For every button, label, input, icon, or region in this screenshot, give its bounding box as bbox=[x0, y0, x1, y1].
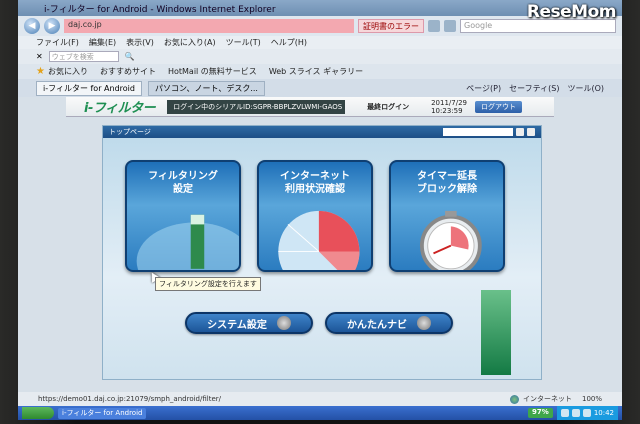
panel-search-icon[interactable] bbox=[516, 128, 524, 136]
panel-search-input[interactable] bbox=[443, 128, 513, 136]
command-bar: ページ(P) セーフティ(S) ツール(O) bbox=[466, 83, 604, 94]
close-icon[interactable]: ✕ bbox=[36, 52, 43, 61]
tools-menu[interactable]: ツール(O) bbox=[567, 83, 604, 94]
system-tray: 10:42 bbox=[556, 406, 618, 420]
zoom-level[interactable]: 100% bbox=[582, 395, 602, 403]
menu-edit[interactable]: 編集(E) bbox=[89, 37, 116, 48]
filtering-settings-tile[interactable]: フィルタリング 設定 bbox=[125, 160, 241, 272]
brand-logo: i-フィルター bbox=[84, 101, 156, 116]
fav-link-hotmail[interactable]: HotMail の無料サービス bbox=[168, 66, 257, 77]
fav-link-recommended[interactable]: おすすめサイト bbox=[100, 66, 156, 77]
tab-pc[interactable]: パソコン、ノート、デスク... bbox=[147, 80, 265, 96]
start-button[interactable] bbox=[22, 407, 54, 419]
monitor-bezel: i-フィルター for Android - Windows Internet E… bbox=[0, 0, 640, 424]
clock: 10:42 bbox=[593, 409, 614, 417]
refresh-icon[interactable] bbox=[428, 20, 440, 32]
favorites-button[interactable]: ★ お気に入り bbox=[36, 66, 88, 77]
gear-icon bbox=[276, 316, 291, 330]
menu-bar: ファイル(F) 編集(E) 表示(V) お気に入り(A) ツール(T) ヘルプ(… bbox=[18, 36, 622, 49]
app-header: i-フィルター ログイン中のシリアルID:SGPR-BBPLZVLWMI-GAO… bbox=[66, 97, 554, 117]
screen: i-フィルター for Android - Windows Internet E… bbox=[18, 0, 622, 420]
page-content: i-フィルター ログイン中のシリアルID:SGPR-BBPLZVLWMI-GAO… bbox=[18, 97, 622, 400]
page-menu[interactable]: ページ(P) bbox=[466, 83, 501, 94]
tab-ifilter[interactable]: i-フィルター for Android bbox=[36, 80, 142, 96]
battery-indicator: 97% bbox=[528, 408, 553, 418]
menu-file[interactable]: ファイル(F) bbox=[36, 37, 79, 48]
main-panel: トップページ フィルタリング 設定 インターネット 利用状況確認 タイマー延長 … bbox=[102, 125, 542, 380]
menu-view[interactable]: 表示(V) bbox=[126, 37, 154, 48]
taskbar: i-フィルター for Android 97% 10:42 bbox=[18, 406, 622, 420]
security-icon[interactable] bbox=[582, 409, 591, 417]
navi-icon bbox=[417, 316, 431, 330]
stop-icon[interactable] bbox=[444, 20, 456, 32]
timer-unblock-tile[interactable]: タイマー延長 ブロック解除 bbox=[389, 160, 505, 272]
status-bar: https://demo01.daj.co.jp:21079/smph_andr… bbox=[18, 392, 622, 406]
search-icon[interactable]: 🔍 bbox=[125, 52, 135, 61]
star-icon: ★ bbox=[36, 66, 45, 77]
menu-tools[interactable]: ツール(T) bbox=[226, 37, 261, 48]
stopwatch-icon bbox=[419, 210, 482, 270]
logout-button[interactable]: ログアウト bbox=[475, 100, 522, 113]
globe-icon bbox=[509, 394, 519, 404]
filtering-tooltip: フィルタリング設定を行えます bbox=[155, 277, 261, 291]
network-icon[interactable] bbox=[560, 409, 569, 417]
favorites-bar: ★ お気に入り おすすめサイト HotMail の無料サービス Web スライス … bbox=[18, 64, 622, 79]
tab-row: i-フィルター for Android パソコン、ノート、デスク... ページ(… bbox=[18, 79, 622, 97]
usage-check-tile[interactable]: インターネット 利用状況確認 bbox=[257, 160, 373, 272]
serial-id: ログイン中のシリアルID:SGPR-BBPLZVLWMI-GAOS bbox=[167, 99, 346, 114]
decorative-bar bbox=[481, 290, 511, 375]
forward-button[interactable]: ▶ bbox=[44, 18, 60, 34]
menu-help[interactable]: ヘルプ(H) bbox=[271, 37, 307, 48]
filter-icon bbox=[136, 214, 239, 270]
search-toolbar: ✕ ウェブを検索 🔍 bbox=[18, 49, 622, 64]
last-login-datetime: 2011/7/29 10:23:59 bbox=[431, 98, 467, 115]
security-zone: インターネット bbox=[509, 394, 572, 404]
panel-header: トップページ bbox=[103, 126, 541, 138]
watermark-logo: ReseMom bbox=[526, 2, 617, 22]
safety-menu[interactable]: セーフティ(S) bbox=[509, 83, 559, 94]
taskbar-item-ie[interactable]: i-フィルター for Android bbox=[58, 407, 147, 419]
volume-icon[interactable] bbox=[571, 409, 580, 417]
fav-link-webslice[interactable]: Web スライス ギャラリー bbox=[269, 66, 363, 77]
last-login: 最終ログイン bbox=[367, 102, 410, 111]
back-button[interactable]: ◀ bbox=[24, 18, 40, 34]
cert-error-badge[interactable]: 証明書のエラー bbox=[358, 19, 424, 33]
help-icon[interactable] bbox=[527, 128, 535, 136]
pie-chart-icon bbox=[278, 210, 360, 270]
menu-favorites[interactable]: お気に入り(A) bbox=[164, 37, 216, 48]
system-settings-button[interactable]: システム設定 bbox=[185, 312, 313, 334]
address-input[interactable]: daj.co.jp bbox=[64, 19, 354, 33]
status-url: https://demo01.daj.co.jp:21079/smph_andr… bbox=[38, 395, 221, 403]
panel-title: トップページ bbox=[109, 128, 151, 136]
web-search-input[interactable]: ウェブを検索 bbox=[48, 51, 119, 62]
easy-navi-button[interactable]: かんたんナビ bbox=[325, 312, 453, 334]
